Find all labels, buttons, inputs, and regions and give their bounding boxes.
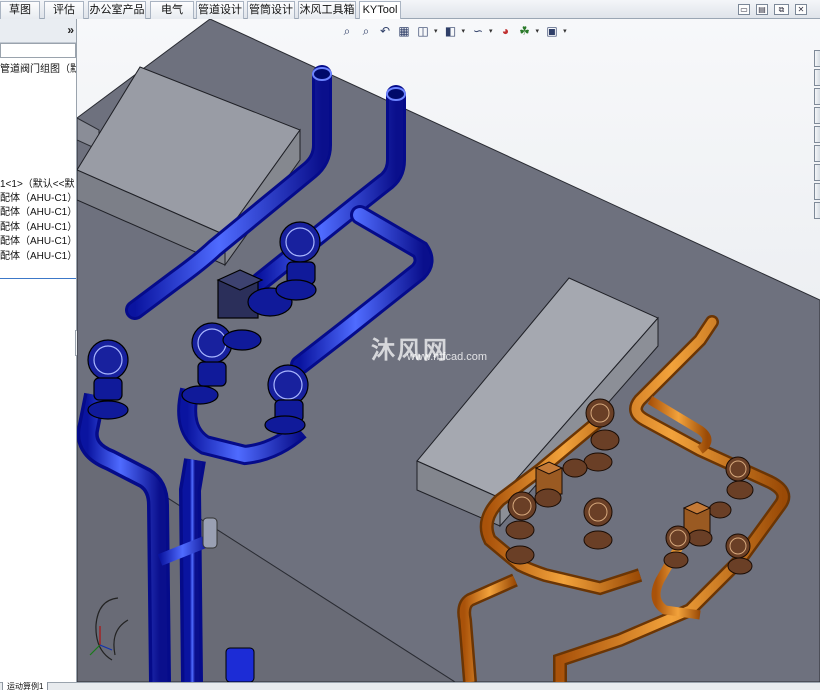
tree-item-subassembly-5[interactable]: 配体（AHU-C1） xyxy=(0,250,76,263)
tab-tubing-design[interactable]: 管筒设计 xyxy=(247,1,295,19)
tab-kytool[interactable]: KYTool xyxy=(359,1,401,20)
tree-item-subassembly-2[interactable]: 配体（AHU-C1） xyxy=(0,206,76,219)
tab-electrical[interactable]: 电气 xyxy=(150,1,194,19)
tree-item-component[interactable]: 1<1>（默认<<默 xyxy=(0,178,74,191)
graphics-viewport[interactable]: ⌕ ⌕ ↶ ▦ ◫ ▾ ◧ ▾ ∽ ▾ ◕ ☘ ▾ ▣ ▾ 沐风网 www.mf… xyxy=(77,19,820,682)
tab-mufeng-toolbox[interactable]: 沐风工具箱 xyxy=(298,1,356,19)
tree-item-subassembly-3[interactable]: 配体（AHU-C1） xyxy=(0,221,76,234)
tab-motion-study[interactable]: 运动算例1 xyxy=(2,682,49,690)
collapse-panel-icon[interactable]: » xyxy=(67,23,74,37)
minimize-icon[interactable]: ▭ xyxy=(738,4,750,15)
chevron-down-icon[interactable]: ▾ xyxy=(489,27,493,35)
restore-icon[interactable]: ⧉ xyxy=(774,4,789,15)
task-pane-resources-icon[interactable] xyxy=(814,50,820,67)
tree-item-subassembly-4[interactable]: 配体（AHU-C1） xyxy=(0,235,76,248)
chevron-down-icon[interactable]: ▾ xyxy=(462,27,466,35)
ribbon-tab-bar: 草图 评估 办公室产品 电气 管道设计 管筒设计 沐风工具箱 KYTool ▭ … xyxy=(0,0,820,20)
task-pane-file-explorer-icon[interactable] xyxy=(814,88,820,105)
view-settings-icon[interactable]: ▣ xyxy=(544,23,560,39)
feature-manager-header: » xyxy=(0,19,76,43)
tree-item-assembly[interactable]: 管道阀门组图（默 xyxy=(0,63,76,76)
display-style-icon[interactable]: ◧ xyxy=(443,23,459,39)
task-pane-design-library-icon[interactable] xyxy=(814,69,820,86)
chevron-down-icon[interactable]: ▾ xyxy=(434,27,438,35)
tile-icon[interactable]: ▤ xyxy=(756,4,768,15)
task-pane-toolbox-icon[interactable] xyxy=(814,183,820,200)
edit-appearance-icon[interactable]: ◕ xyxy=(498,23,514,39)
tab-office-products[interactable]: 办公室产品 xyxy=(88,1,146,19)
apply-scene-icon[interactable]: ☘ xyxy=(517,23,533,39)
hide-show-items-icon[interactable]: ∽ xyxy=(470,23,486,39)
chevron-down-icon[interactable]: ▾ xyxy=(536,27,540,35)
task-pane-tabs xyxy=(814,50,820,242)
task-pane-search-icon[interactable] xyxy=(814,107,820,124)
view-orientation-icon[interactable]: ◫ xyxy=(415,23,431,39)
tab-piping-design[interactable]: 管道设计 xyxy=(196,1,244,19)
zoom-to-fit-icon[interactable]: ⌕ xyxy=(339,23,355,39)
watermark-url: www.mfcad.com xyxy=(407,351,488,363)
tab-evaluate[interactable]: 评估 xyxy=(44,1,84,19)
previous-view-icon[interactable]: ↶ xyxy=(377,23,393,39)
task-pane-appearances-icon[interactable] xyxy=(814,145,820,162)
task-pane-view-palette-icon[interactable] xyxy=(814,126,820,143)
tree-item-subassembly-1[interactable]: 配体（AHU-C1） xyxy=(0,192,76,205)
tree-rollback-bar[interactable] xyxy=(0,278,76,279)
chevron-down-icon[interactable]: ▾ xyxy=(563,27,567,35)
tab-sketch[interactable]: 草图 xyxy=(0,1,40,19)
close-icon[interactable]: ✕ xyxy=(795,4,807,15)
feature-manager-panel: » 管道阀门组图（默 1<1>（默认<<默 配体（AHU-C1） 配体（AHU-… xyxy=(0,19,77,682)
zoom-to-area-icon[interactable]: ⌕ xyxy=(358,23,374,39)
section-view-icon[interactable]: ▦ xyxy=(396,23,412,39)
feature-filter-input[interactable] xyxy=(0,43,76,58)
heads-up-view-toolbar: ⌕ ⌕ ↶ ▦ ◫ ▾ ◧ ▾ ∽ ▾ ◕ ☘ ▾ ▣ ▾ xyxy=(339,22,572,40)
bottom-tab-strip: 运动算例1 xyxy=(0,682,820,690)
task-pane-custom-properties-icon[interactable] xyxy=(814,164,820,181)
solidworks-window: 草图 评估 办公室产品 电气 管道设计 管筒设计 沐风工具箱 KYTool ▭ … xyxy=(0,0,820,690)
task-pane-forum-icon[interactable] xyxy=(814,202,820,219)
